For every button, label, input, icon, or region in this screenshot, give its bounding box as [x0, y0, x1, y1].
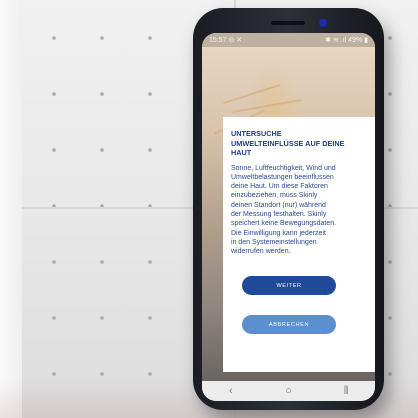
dialog-body-line: Sonne, Luftfeuchtigkeit, Wind und	[231, 164, 336, 172]
dialog-body-line: einzubeziehen, muss Skinly	[231, 192, 318, 200]
hair-strand	[232, 98, 302, 114]
back-nav-icon[interactable]: ‹	[216, 385, 246, 397]
status-bar: 15:57 ⊖ ✕ ✱ ≋ .ıl 49% ▮	[202, 33, 375, 47]
location-consent-dialog: UNTERSUCHE UMWELTEINFLÜSSE AUF DEINE HAU…	[223, 117, 375, 372]
status-time: 15:57	[209, 37, 227, 44]
recents-nav-icon[interactable]: ⦀	[331, 385, 361, 398]
dialog-body-line: der Messung festhalten. Skinly	[231, 210, 327, 218]
dialog-body-line: speichert keine Bewegungsdaten.	[231, 220, 337, 228]
dialog-body-line: widerrufen werden.	[231, 248, 291, 256]
phone-screen: 15:57 ⊖ ✕ ✱ ≋ .ıl 49% ▮ UNTERSUCHE UMWEL…	[202, 33, 375, 401]
cancel-button[interactable]: ABBRECHEN	[242, 315, 336, 334]
smartphone: 15:57 ⊖ ✕ ✱ ≋ .ıl 49% ▮ UNTERSUCHE UMWEL…	[193, 8, 384, 410]
earpiece-speaker	[271, 21, 305, 25]
android-nav-bar: ‹ ○ ⦀	[202, 381, 375, 401]
dialog-title-line: HAUT	[231, 148, 252, 157]
continue-button[interactable]: WEITER	[242, 276, 336, 295]
dialog-title-line: UMWELTEINFLÜSSE AUF DEINE	[231, 138, 345, 148]
front-camera	[319, 19, 327, 27]
system-status-icons: ✱ ≋ .ıl 49% ▮	[325, 37, 368, 44]
dialog-body-line: in den Systemeinstellungen	[231, 238, 317, 246]
dialog-body-line: deinen Standort (nur) während	[231, 201, 326, 209]
dialog-title: UNTERSUCHE UMWELTEINFLÜSSE AUF DEINE HAU…	[231, 129, 368, 158]
dialog-body-line: deine Haut. Um diese Faktoren	[231, 183, 328, 191]
notification-icons: ⊖ ✕	[228, 37, 243, 44]
home-nav-icon[interactable]: ○	[273, 385, 303, 397]
dialog-body-line: Umweltbelastungen beeinflussen	[231, 173, 334, 181]
dialog-title-line: UNTERSUCHE	[231, 129, 282, 138]
wall-edge	[0, 0, 22, 418]
dialog-body: Sonne, Luftfeuchtigkeit, Wind und Umwelt…	[231, 164, 368, 257]
hair-strand	[223, 83, 281, 105]
dialog-body-line: Die Einwilligung kann jederzeit	[231, 229, 326, 237]
status-left: 15:57 ⊖ ✕	[209, 36, 242, 44]
